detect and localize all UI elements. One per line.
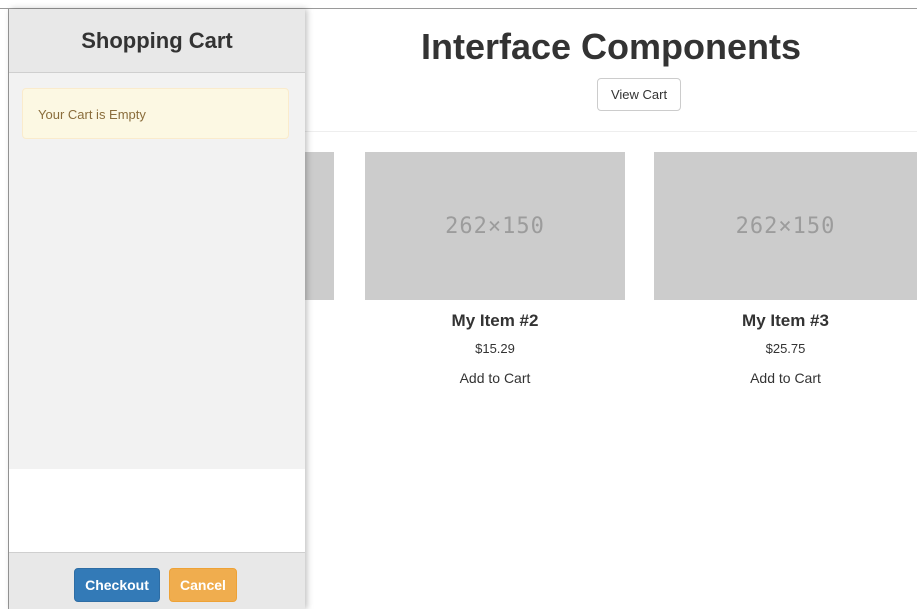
product-image-2: 262×150 xyxy=(365,152,625,300)
header-divider xyxy=(305,131,917,132)
product-image-3: 262×150 xyxy=(654,152,917,300)
empty-cart-alert: Your Cart is Empty xyxy=(22,88,289,139)
product-price: $25.75 xyxy=(765,341,806,356)
view-cart-button[interactable]: View Cart xyxy=(597,78,681,111)
add-to-cart-link[interactable]: Add to Cart xyxy=(654,370,917,386)
checkout-button[interactable]: Checkout xyxy=(74,568,160,602)
add-to-cart-link[interactable]: Add to Cart xyxy=(365,370,625,386)
product-price: $15.29 xyxy=(475,341,515,356)
image-placeholder-label: 262×150 xyxy=(735,213,836,239)
cart-body: Your Cart is Empty xyxy=(9,73,305,469)
cart-header: Shopping Cart xyxy=(9,9,305,73)
product-name: My Item #2 xyxy=(451,311,539,330)
product-name: My Item #3 xyxy=(742,311,829,330)
cart-title: Shopping Cart xyxy=(81,28,233,53)
shopping-cart-drawer: Shopping Cart Your Cart is Empty Checkou… xyxy=(9,9,305,609)
empty-cart-message: Your Cart is Empty xyxy=(38,107,146,122)
cancel-button[interactable]: Cancel xyxy=(169,568,237,602)
cart-footer: Checkout Cancel xyxy=(9,552,305,609)
image-placeholder-label: 262×150 xyxy=(445,213,545,239)
page-title: Interface Components xyxy=(420,26,802,67)
